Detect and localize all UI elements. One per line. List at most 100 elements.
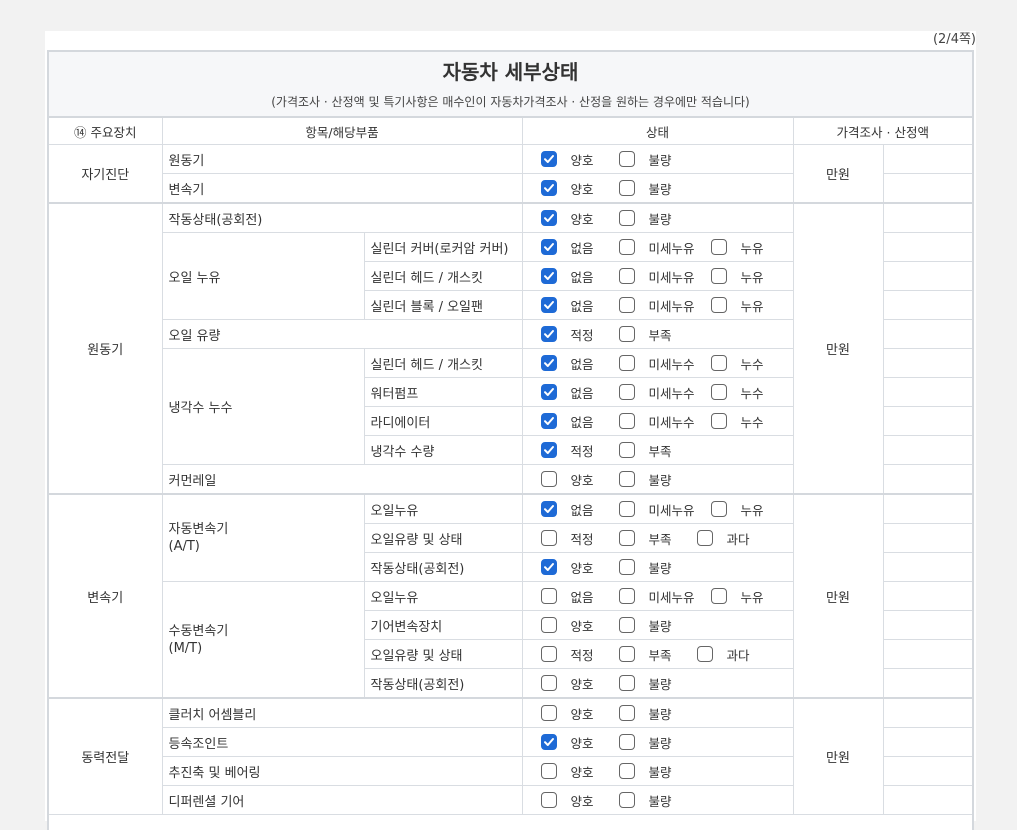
status-option[interactable]: 양호 <box>540 470 609 489</box>
status-option[interactable]: 없음 <box>540 383 609 402</box>
checkbox-icon[interactable] <box>618 268 635 284</box>
status-option[interactable]: 누유 <box>710 587 779 606</box>
checkbox-icon[interactable] <box>618 559 635 575</box>
status-option[interactable]: 미세누유 <box>618 587 701 606</box>
status-option[interactable]: 미세누수 <box>618 412 701 431</box>
status-option[interactable]: 적정 <box>540 529 609 548</box>
price-input[interactable] <box>882 464 973 495</box>
price-input[interactable] <box>882 232 973 262</box>
checkbox-icon[interactable] <box>618 501 635 517</box>
status-option[interactable]: 불량 <box>618 616 687 635</box>
price-input[interactable] <box>882 727 973 757</box>
status-option[interactable]: 누수 <box>710 354 779 373</box>
status-option[interactable]: 미세누유 <box>618 296 701 315</box>
checkbox-icon[interactable] <box>540 763 557 779</box>
checkbox-icon[interactable] <box>540 471 557 487</box>
price-input[interactable] <box>882 173 973 204</box>
status-option[interactable]: 불량 <box>618 674 687 693</box>
checked-checkbox-icon[interactable] <box>540 413 557 429</box>
status-option[interactable]: 미세누유 <box>618 238 701 257</box>
status-option[interactable]: 미세누유 <box>618 500 701 519</box>
checkbox-icon[interactable] <box>710 384 727 400</box>
status-option[interactable]: 없음 <box>540 296 609 315</box>
price-input[interactable] <box>882 639 973 669</box>
checkbox-icon[interactable] <box>710 239 727 255</box>
status-option[interactable]: 양호 <box>540 179 609 198</box>
status-option[interactable]: 과다 <box>696 529 765 548</box>
checkbox-icon[interactable] <box>540 646 557 662</box>
price-input[interactable] <box>882 290 973 320</box>
checked-checkbox-icon[interactable] <box>540 501 557 517</box>
price-input[interactable] <box>882 261 973 291</box>
status-option[interactable]: 부족 <box>618 441 687 460</box>
price-input[interactable] <box>882 202 973 233</box>
status-option[interactable]: 양호 <box>540 209 609 228</box>
checkbox-icon[interactable] <box>710 297 727 313</box>
checkbox-icon[interactable] <box>618 151 635 167</box>
checkbox-icon[interactable] <box>540 675 557 691</box>
checkbox-icon[interactable] <box>710 413 727 429</box>
status-option[interactable]: 부족 <box>618 325 687 344</box>
checkbox-icon[interactable] <box>710 268 727 284</box>
status-option[interactable]: 양호 <box>540 733 609 752</box>
checkbox-icon[interactable] <box>618 530 635 546</box>
checkbox-icon[interactable] <box>540 617 557 633</box>
checkbox-icon[interactable] <box>540 792 557 808</box>
status-option[interactable]: 불량 <box>618 762 687 781</box>
status-option[interactable]: 양호 <box>540 150 609 169</box>
price-input[interactable] <box>882 610 973 640</box>
checked-checkbox-icon[interactable] <box>540 180 557 196</box>
checkbox-icon[interactable] <box>540 588 557 604</box>
status-option[interactable]: 미세누유 <box>618 267 701 286</box>
status-option[interactable]: 양호 <box>540 704 609 723</box>
status-option[interactable]: 양호 <box>540 762 609 781</box>
checkbox-icon[interactable] <box>618 355 635 371</box>
price-input[interactable] <box>882 377 973 407</box>
price-input[interactable] <box>882 552 973 582</box>
price-input[interactable] <box>882 435 973 465</box>
status-option[interactable]: 누유 <box>710 238 779 257</box>
status-option[interactable]: 불량 <box>618 179 687 198</box>
checked-checkbox-icon[interactable] <box>540 210 557 226</box>
checkbox-icon[interactable] <box>540 705 557 721</box>
checkbox-icon[interactable] <box>618 471 635 487</box>
status-option[interactable]: 불량 <box>618 470 687 489</box>
status-option[interactable]: 누유 <box>710 267 779 286</box>
price-input[interactable] <box>882 668 973 699</box>
status-option[interactable]: 없음 <box>540 587 609 606</box>
status-option[interactable]: 누수 <box>710 383 779 402</box>
status-option[interactable]: 부족 <box>618 529 687 548</box>
price-input[interactable] <box>882 581 973 611</box>
checked-checkbox-icon[interactable] <box>540 384 557 400</box>
status-option[interactable]: 양호 <box>540 558 609 577</box>
checked-checkbox-icon[interactable] <box>540 326 557 342</box>
checkbox-icon[interactable] <box>618 413 635 429</box>
checkbox-icon[interactable] <box>618 180 635 196</box>
checked-checkbox-icon[interactable] <box>540 442 557 458</box>
checked-checkbox-icon[interactable] <box>540 268 557 284</box>
checkbox-icon[interactable] <box>618 734 635 750</box>
checkbox-icon[interactable] <box>710 355 727 371</box>
status-option[interactable]: 누유 <box>710 500 779 519</box>
status-option[interactable]: 미세누수 <box>618 383 701 402</box>
price-input[interactable] <box>882 144 973 174</box>
status-option[interactable]: 불량 <box>618 209 687 228</box>
checkbox-icon[interactable] <box>710 501 727 517</box>
status-option[interactable]: 미세누수 <box>618 354 701 373</box>
checkbox-icon[interactable] <box>696 646 713 662</box>
checked-checkbox-icon[interactable] <box>540 239 557 255</box>
checked-checkbox-icon[interactable] <box>540 734 557 750</box>
price-input[interactable] <box>882 523 973 553</box>
checkbox-icon[interactable] <box>618 617 635 633</box>
status-option[interactable]: 불량 <box>618 558 687 577</box>
price-input[interactable] <box>882 348 973 378</box>
status-option[interactable]: 없음 <box>540 412 609 431</box>
checkbox-icon[interactable] <box>618 646 635 662</box>
status-option[interactable]: 없음 <box>540 500 609 519</box>
checked-checkbox-icon[interactable] <box>540 297 557 313</box>
checked-checkbox-icon[interactable] <box>540 151 557 167</box>
checkbox-icon[interactable] <box>618 326 635 342</box>
status-option[interactable]: 양호 <box>540 674 609 693</box>
status-option[interactable]: 없음 <box>540 354 609 373</box>
checkbox-icon[interactable] <box>618 384 635 400</box>
